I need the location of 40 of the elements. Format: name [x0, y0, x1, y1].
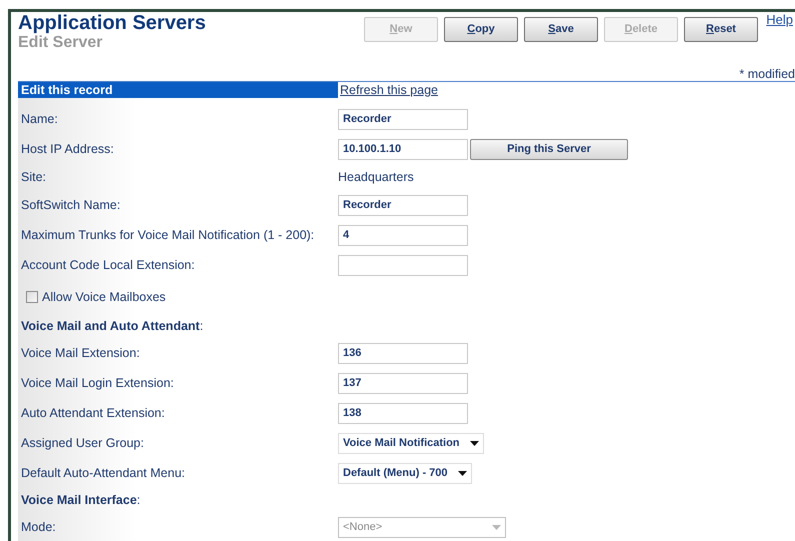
- page-title: Application Servers: [18, 12, 207, 34]
- text-field[interactable]: Recorder: [338, 194, 468, 216]
- dropdown-arrow-icon: [458, 470, 467, 476]
- field-label: Assigned User Group:: [21, 436, 144, 450]
- checkbox[interactable]: [26, 291, 38, 303]
- section-heading: Voice Mail and Auto Attendant:: [21, 318, 204, 335]
- toolbar-button[interactable]: Save: [524, 17, 598, 42]
- refresh-link[interactable]: Refresh this page: [340, 80, 438, 100]
- field-label: Name:: [21, 112, 58, 126]
- dropdown-arrow-icon: [492, 524, 501, 530]
- text-field[interactable]: [338, 254, 468, 276]
- field-label: Auto Attendant Extension:: [21, 406, 165, 420]
- field-label: Default Auto-Attendant Menu:: [21, 466, 185, 480]
- field-label: Host IP Address:: [21, 142, 114, 156]
- text-field[interactable]: 137: [338, 372, 468, 394]
- text-field[interactable]: 10.100.1.10: [338, 138, 468, 160]
- text-field[interactable]: Recorder: [338, 108, 468, 130]
- dropdown[interactable]: Default (Menu) - 700: [338, 462, 472, 484]
- toolbar-button[interactable]: Reset: [684, 17, 758, 42]
- toolbar-button[interactable]: Copy: [444, 17, 518, 42]
- field-label: Voice Mail Extension:: [21, 346, 140, 360]
- field-label: Account Code Local Extension:: [21, 258, 195, 272]
- text-field[interactable]: 4: [338, 224, 468, 246]
- text-field[interactable]: 138: [338, 402, 468, 424]
- field-label: Voice Mail Login Extension:: [21, 376, 174, 390]
- field-label: Mode:: [21, 520, 56, 534]
- section-heading: Voice Mail Interface:: [21, 492, 140, 509]
- field-label: SoftSwitch Name:: [21, 198, 120, 212]
- field-label: Site:: [21, 170, 46, 184]
- checkbox-label: Allow Voice Mailboxes: [42, 288, 166, 306]
- section-title: Edit this record: [21, 82, 113, 99]
- help-link[interactable]: Help: [766, 12, 793, 28]
- ping-button[interactable]: Ping this Server: [470, 138, 628, 160]
- dropdown-arrow-icon: [470, 440, 479, 446]
- text-field[interactable]: 136: [338, 342, 468, 364]
- field-label: Maximum Trunks for Voice Mail Notification (1 - 200):: [21, 228, 314, 242]
- modified-note: * modified: [739, 68, 795, 81]
- page-subtitle: Edit Server: [18, 34, 104, 52]
- field-value: Headquarters: [338, 168, 414, 186]
- dropdown[interactable]: Voice Mail Notification: [338, 432, 484, 454]
